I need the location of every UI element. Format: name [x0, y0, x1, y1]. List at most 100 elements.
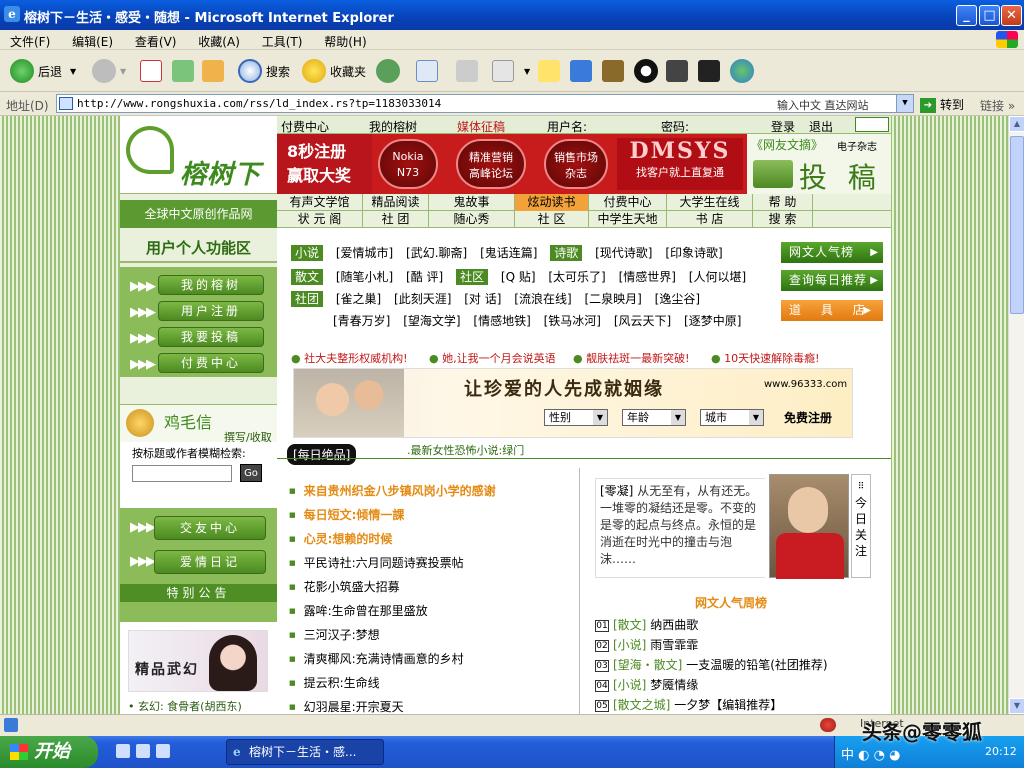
- city-select[interactable]: 城市: [700, 409, 764, 426]
- rank-item[interactable]: 03 [望海・散文] 一支温暖的铅笔(社团推荐): [595, 656, 828, 673]
- dating-center-button[interactable]: 交友中心: [154, 516, 266, 540]
- article-link[interactable]: 幻羽晨星:开宗夏天: [289, 698, 404, 714]
- ime-indicator[interactable]: 中 ◐ ◔ ◕: [841, 744, 900, 763]
- channel-help[interactable]: 帮 助: [753, 194, 813, 211]
- channel-middle-school[interactable]: 中学生天地: [589, 211, 667, 228]
- category-link[interactable]: [爱情城市]: [336, 246, 393, 260]
- featured-photo[interactable]: [769, 474, 849, 579]
- maximize-button[interactable]: □: [979, 5, 1000, 26]
- ad-text-link[interactable]: ● 社大夫整形权威机构!: [291, 350, 408, 366]
- love-diary-button[interactable]: 爱情日记: [154, 550, 266, 574]
- tag-poetry[interactable]: 诗歌: [550, 245, 583, 261]
- qq-button[interactable]: [634, 58, 662, 84]
- channel-zhuangyuan[interactable]: 状 元 阁: [277, 211, 363, 228]
- logout-button[interactable]: 退出: [809, 118, 833, 135]
- menu-view[interactable]: 查看(V): [125, 30, 185, 50]
- refresh-button[interactable]: [172, 58, 194, 84]
- ad-text-link[interactable]: ● 靓肤祛斑一最新突破!: [573, 350, 690, 366]
- quick-launch-icon[interactable]: [116, 744, 130, 758]
- menu-favorites[interactable]: 收藏(A): [188, 30, 248, 50]
- site-search-input[interactable]: [132, 465, 232, 482]
- back-button[interactable]: 后退 ▼: [10, 58, 76, 84]
- start-button[interactable]: 开始: [0, 736, 98, 768]
- home-button[interactable]: [202, 58, 224, 84]
- category-link[interactable]: [对 话]: [464, 292, 501, 306]
- channel-show[interactable]: 随心秀: [429, 211, 515, 228]
- sales-magazine-ad[interactable]: 销售市场 杂志: [544, 139, 608, 189]
- channel-bookstore[interactable]: 书 店: [667, 211, 753, 228]
- site-logo[interactable]: 榕树下: [120, 116, 277, 194]
- article-link[interactable]: 三河汉子:梦想: [289, 626, 380, 643]
- print-button[interactable]: [456, 58, 478, 84]
- rank-item[interactable]: 05 [散文之城] 一夕梦【编辑推荐】: [595, 696, 782, 713]
- article-link[interactable]: 心灵:想赖的时候: [289, 530, 393, 547]
- article-link[interactable]: 花影小筑盛大招募: [289, 578, 400, 595]
- quote-author[interactable]: [零凝]: [600, 484, 633, 498]
- menu-edit[interactable]: 编辑(E): [62, 30, 121, 50]
- category-link[interactable]: [随笔小札]: [336, 270, 393, 284]
- forward-button[interactable]: ▼: [92, 58, 126, 84]
- category-link[interactable]: [情感世界]: [619, 270, 676, 284]
- scroll-up-icon[interactable]: ▲: [1009, 116, 1024, 132]
- channel-paid[interactable]: 付费中心: [589, 194, 667, 211]
- category-link[interactable]: [武幻.聊斋]: [406, 246, 467, 260]
- channel-college[interactable]: 大学生在线: [667, 194, 753, 211]
- marketing-forum-ad[interactable]: 精准营销 高峰论坛: [456, 139, 526, 189]
- category-link[interactable]: [现代诗歌]: [595, 246, 652, 260]
- article-link[interactable]: 提云积:生命线: [289, 674, 380, 691]
- tool-button-2[interactable]: [666, 58, 688, 84]
- promo-image[interactable]: 精品武幻: [128, 630, 268, 692]
- rank-item[interactable]: 01 [散文] 纳西曲歌: [595, 616, 698, 633]
- edit-button[interactable]: ▼: [492, 58, 530, 84]
- menu-tools[interactable]: 工具(T): [252, 30, 311, 50]
- popularity-chart-button[interactable]: 网文人气榜: [781, 242, 883, 263]
- scroll-thumb[interactable]: [1010, 136, 1024, 314]
- article-link[interactable]: 清爽椰风:充满诗情画意的乡村: [289, 650, 464, 667]
- search-go-button[interactable]: Go: [240, 464, 262, 482]
- translate-button[interactable]: [570, 58, 592, 84]
- stop-button[interactable]: [140, 58, 162, 84]
- channel-ghost[interactable]: 鬼故事: [429, 194, 515, 211]
- category-link[interactable]: [Q 贴]: [501, 270, 536, 284]
- messenger-button[interactable]: [730, 58, 758, 84]
- minimize-button[interactable]: _: [956, 5, 977, 26]
- category-link[interactable]: [青春万岁]: [333, 314, 390, 328]
- history-button[interactable]: [376, 58, 404, 84]
- note-button[interactable]: [538, 58, 560, 84]
- rank-item[interactable]: 02 [小说] 雨雪霏霏: [595, 636, 698, 653]
- nav-media-call[interactable]: 媒体征稿: [457, 118, 505, 135]
- submit-banner[interactable]: 《网友文摘》 电子杂志 投 稿: [747, 134, 891, 194]
- tool-button-3[interactable]: [698, 58, 720, 84]
- age-select[interactable]: 年龄: [622, 409, 686, 426]
- channel-reading[interactable]: 炫动读书: [515, 194, 589, 211]
- gender-select[interactable]: 性别: [544, 409, 608, 426]
- category-link[interactable]: [二泉映月]: [584, 292, 641, 306]
- menu-file[interactable]: 文件(F): [0, 30, 58, 50]
- category-link[interactable]: [流浪在线]: [514, 292, 571, 306]
- login-button[interactable]: 登录: [771, 118, 795, 135]
- category-link[interactable]: [逸尘谷]: [655, 292, 700, 306]
- ie-quick-icon[interactable]: [156, 744, 170, 758]
- category-link[interactable]: [太可乐了]: [548, 270, 605, 284]
- search-button[interactable]: 搜索: [238, 58, 290, 84]
- vertical-scrollbar[interactable]: ▲ ▼: [1008, 116, 1024, 714]
- address-input[interactable]: http://www.rongshuxia.com/rss/ld_index.r…: [56, 94, 914, 113]
- my-rongshu-button[interactable]: 我的榕树: [158, 275, 264, 295]
- nav-my-rongshu[interactable]: 我的榕树: [369, 118, 417, 135]
- channel-audio[interactable]: 有声文学馆: [277, 194, 363, 211]
- register-button[interactable]: 用户注册: [158, 301, 264, 321]
- address-dropdown-icon[interactable]: ▼: [896, 95, 913, 112]
- scroll-down-icon[interactable]: ▼: [1009, 698, 1024, 714]
- register-promo[interactable]: 8秒注册 赢取大奖: [277, 134, 372, 194]
- promo-block[interactable]: 精品武幻 • 玄幻: 食骨者(胡西东): [120, 622, 277, 714]
- close-button[interactable]: ✕: [1001, 5, 1022, 26]
- article-link[interactable]: 每日短文:倾情一課: [289, 506, 405, 523]
- tag-community[interactable]: 社区: [456, 269, 489, 285]
- category-link[interactable]: [情感地铁]: [473, 314, 530, 328]
- nokia-ad[interactable]: Nokia N73: [378, 139, 438, 189]
- promo-caption[interactable]: • 玄幻: 食骨者(胡西东): [128, 698, 242, 714]
- favorites-button[interactable]: 收藏夹: [302, 58, 366, 84]
- category-link[interactable]: [逐梦中原]: [684, 314, 741, 328]
- dmsys-ad[interactable]: DMSYS 找客户就上直复通: [617, 138, 743, 190]
- nav-paid-center[interactable]: 付费中心: [281, 118, 329, 135]
